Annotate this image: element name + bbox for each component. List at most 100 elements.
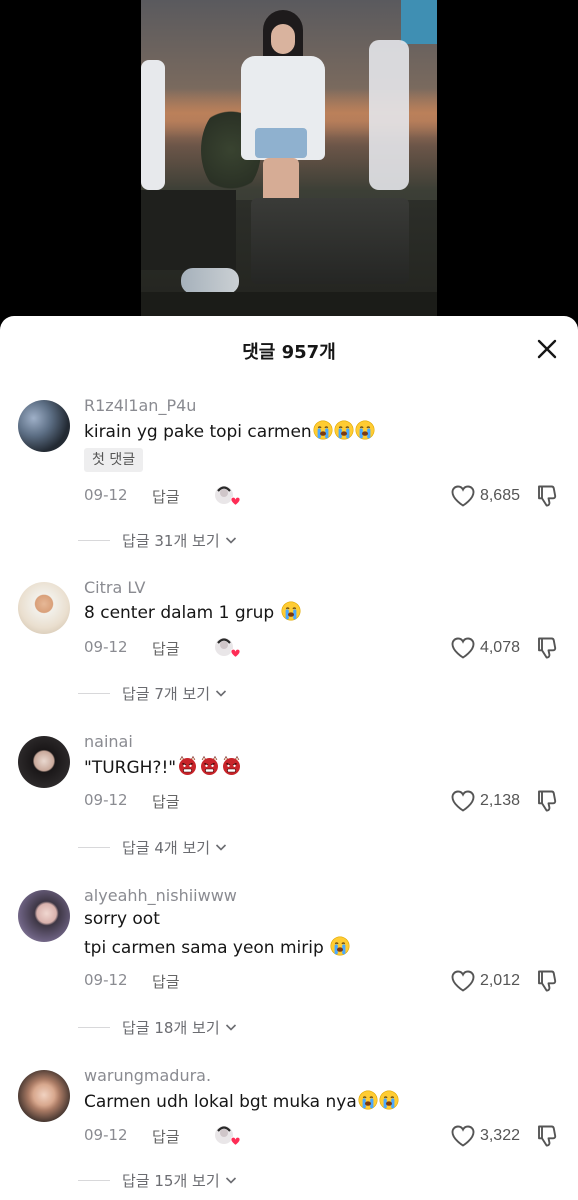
thumbs-down-outline-icon <box>538 637 557 659</box>
dislike-button[interactable] <box>534 1123 560 1149</box>
view-replies-button[interactable]: 답글 15개 보기 <box>78 1169 239 1191</box>
like-button[interactable]: 8,685 <box>450 483 520 509</box>
comment-text: Carmen udh lokal bgt muka nya <box>84 1090 399 1112</box>
dislike-button[interactable] <box>534 483 560 509</box>
divider <box>78 846 110 848</box>
comment-username[interactable]: alyeahh_nishiiwww <box>84 886 237 905</box>
comment-text: kirain yg pake topi carmen <box>84 420 375 442</box>
reply-button[interactable]: 답글 <box>152 486 180 507</box>
avatar[interactable] <box>18 1070 70 1122</box>
view-replies-label: 답글 7개 보기 <box>122 684 211 703</box>
comment-text-content: Carmen udh lokal bgt muka nya <box>84 1092 357 1112</box>
comment-date: 09-12 <box>84 1126 128 1144</box>
comment-text: tpi carmen sama yeon mirip <box>84 936 350 958</box>
comment-username[interactable]: Citra LV <box>84 578 145 597</box>
view-replies-label: 답글 15개 보기 <box>122 1171 220 1190</box>
crying-face-emoji-icon <box>312 420 333 442</box>
crying-face-emoji-icon <box>354 420 375 442</box>
heart-outline-icon <box>451 637 475 659</box>
video-monitor-left <box>141 190 236 270</box>
thumbs-down-outline-icon <box>538 1125 557 1147</box>
divider <box>78 1179 110 1181</box>
video-floor <box>141 292 437 318</box>
comment-text-content: kirain yg pake topi carmen <box>84 422 312 442</box>
view-replies-button[interactable]: 답글 31개 보기 <box>78 529 239 551</box>
comment-text: sorry oot <box>84 909 160 929</box>
chevron-down-icon <box>225 1024 236 1031</box>
reply-button[interactable]: 답글 <box>152 791 180 812</box>
comment-username[interactable]: nainai <box>84 732 133 751</box>
comment-date: 09-12 <box>84 638 128 656</box>
comment-text-content: "TURGH?!" <box>84 758 177 778</box>
view-replies-label: 답글 4개 보기 <box>122 838 211 857</box>
avatar[interactable] <box>18 582 70 634</box>
video-frame[interactable] <box>141 0 437 318</box>
heart-outline-icon <box>451 970 475 992</box>
like-count: 8,685 <box>479 487 520 504</box>
dislike-button[interactable] <box>534 788 560 814</box>
divider <box>78 692 110 694</box>
ogre-face-emoji-icon <box>220 755 242 778</box>
like-button[interactable]: 3,322 <box>450 1123 520 1149</box>
video-water-bottle <box>181 268 239 294</box>
crying-face-emoji-icon <box>378 1090 399 1112</box>
chevron-down-icon <box>225 537 236 544</box>
reply-button[interactable]: 답글 <box>152 971 180 992</box>
video-dancer-left <box>141 60 165 190</box>
reply-button[interactable]: 답글 <box>152 638 180 659</box>
thumbs-down-outline-icon <box>538 790 557 812</box>
video-performer <box>233 10 325 218</box>
like-count: 2,012 <box>479 972 520 989</box>
close-button[interactable] <box>532 334 562 364</box>
view-replies-label: 답글 18개 보기 <box>122 1018 220 1037</box>
heart-outline-icon <box>451 485 475 507</box>
like-count: 2,138 <box>479 792 520 809</box>
like-button[interactable]: 4,078 <box>450 635 520 661</box>
video-led-screen <box>401 0 437 44</box>
reply-button[interactable]: 답글 <box>152 1126 180 1147</box>
like-button[interactable]: 2,012 <box>450 968 520 994</box>
avatar[interactable] <box>18 736 70 788</box>
like-count: 4,078 <box>479 639 520 656</box>
creator-like-icon <box>212 483 242 509</box>
comments-header: 댓글 957개 <box>0 316 578 380</box>
comment-username[interactable]: R1z4l1an_P4u <box>84 396 196 415</box>
view-replies-label: 답글 31개 보기 <box>122 531 220 550</box>
ogre-face-emoji-icon <box>198 755 220 778</box>
video-player[interactable] <box>0 0 578 330</box>
divider <box>78 539 110 541</box>
divider <box>78 1026 110 1028</box>
like-button[interactable]: 2,138 <box>450 788 520 814</box>
heart-outline-icon <box>451 790 475 812</box>
creator-like-icon <box>212 1123 242 1149</box>
crying-face-emoji-icon <box>329 936 350 958</box>
creator-like-icon <box>212 635 242 661</box>
comments-title: 댓글 957개 <box>242 342 336 363</box>
comment-date: 09-12 <box>84 971 128 989</box>
dislike-button[interactable] <box>534 635 560 661</box>
first-comment-badge: 첫 댓글 <box>84 448 144 472</box>
ogre-face-emoji-icon <box>176 755 198 778</box>
crying-face-emoji-icon <box>280 601 301 623</box>
avatar[interactable] <box>18 400 70 452</box>
comments-sheet: 댓글 957개 R1z4l1an_P4ukirain yg pake topi … <box>0 316 578 1200</box>
close-icon <box>537 339 557 359</box>
comment-date: 09-12 <box>84 486 128 504</box>
dislike-button[interactable] <box>534 968 560 994</box>
video-stage-monitor <box>251 198 409 284</box>
crying-face-emoji-icon <box>357 1090 378 1112</box>
comment-username[interactable]: warungmadura. <box>84 1066 211 1085</box>
comment-text: "TURGH?!" <box>84 755 242 778</box>
comment-date: 09-12 <box>84 791 128 809</box>
avatar[interactable] <box>18 890 70 942</box>
comment-text-content: 8 center dalam 1 grup <box>84 603 280 623</box>
chevron-down-icon <box>225 1177 236 1184</box>
video-dancer-right <box>369 40 409 190</box>
comment-text-content: tpi carmen sama yeon mirip <box>84 938 330 958</box>
view-replies-button[interactable]: 답글 4개 보기 <box>78 836 229 858</box>
crying-face-emoji-icon <box>333 420 354 442</box>
thumbs-down-outline-icon <box>538 485 557 507</box>
view-replies-button[interactable]: 답글 7개 보기 <box>78 682 229 704</box>
chevron-down-icon <box>216 690 227 697</box>
view-replies-button[interactable]: 답글 18개 보기 <box>78 1016 239 1038</box>
